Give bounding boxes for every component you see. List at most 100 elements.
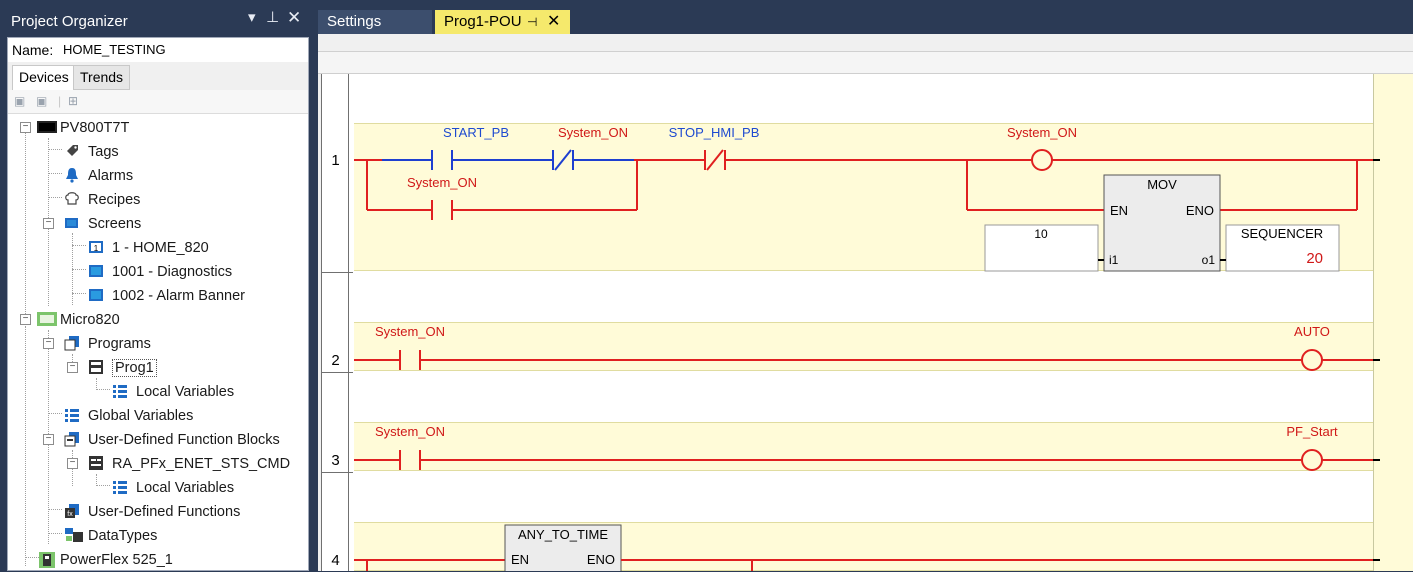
tree-item-global-variables[interactable]: Global Variables bbox=[64, 405, 193, 427]
project-organizer-panel: Project Organizer ▾ ⊥ ✕ Name: HOME_TESTI… bbox=[0, 0, 312, 571]
mov-title: MOV bbox=[1147, 177, 1177, 192]
ladder-canvas[interactable]: 1 2 3 4 START_PB System_ON STOP_HMI_PB S… bbox=[321, 74, 1413, 571]
project-name-label: Name: bbox=[12, 42, 54, 58]
screen-icon bbox=[88, 263, 106, 279]
contact-label: STOP_HMI_PB bbox=[669, 125, 760, 140]
tree-item-micro820[interactable]: Micro820 bbox=[36, 309, 120, 331]
tree-item-label: Micro820 bbox=[60, 312, 120, 328]
tree-item-label: Prog1 bbox=[112, 359, 157, 377]
home-screen-icon: 1 bbox=[88, 239, 106, 255]
tree-item-label: Screens bbox=[88, 216, 142, 232]
organizer-toolbar: ▣ ▣ | ⊞ bbox=[8, 90, 308, 114]
tab-devices[interactable]: Devices bbox=[12, 65, 76, 91]
panel-title: Project Organizer bbox=[11, 13, 128, 30]
editor-toolbar bbox=[318, 34, 1413, 52]
mov-output-value: 20 bbox=[1306, 250, 1323, 267]
tree-item-datatypes[interactable]: DataTypes bbox=[64, 525, 157, 547]
variables-list-icon bbox=[112, 383, 130, 399]
collapse-icon[interactable]: − bbox=[43, 338, 54, 349]
mov-en-pin: EN bbox=[1110, 203, 1128, 218]
pin-icon[interactable]: ⊣ bbox=[527, 10, 537, 34]
svg-text:1: 1 bbox=[94, 244, 99, 253]
collapse-icon[interactable]: − bbox=[20, 314, 31, 325]
tree-item-prog1[interactable]: Prog1 bbox=[88, 357, 157, 379]
contact-label: System_ON bbox=[558, 125, 628, 140]
tree-item-label: DataTypes bbox=[88, 528, 158, 544]
rung-3 bbox=[354, 449, 1380, 471]
tree-item-powerflex-525[interactable]: PowerFlex 525_1 bbox=[36, 549, 173, 571]
variables-list-icon bbox=[112, 479, 130, 495]
tree-item-alarm-banner[interactable]: 1002 - Alarm Banner bbox=[88, 285, 245, 307]
rung-4 bbox=[354, 524, 1380, 571]
svg-text:fx: fx bbox=[67, 511, 73, 518]
mov-output-name: SEQUENCER bbox=[1241, 226, 1323, 241]
editor-header bbox=[318, 52, 1413, 74]
tree-item-user-defined-function-blocks[interactable]: User-Defined Function Blocks bbox=[64, 429, 280, 451]
project-organizer-body: Name: HOME_TESTING Devices Trends ▣ ▣ | … bbox=[7, 37, 309, 571]
remove-device-icon[interactable]: ▣ bbox=[36, 95, 50, 108]
tab-label: Prog1-POU bbox=[444, 13, 522, 30]
ladder-editor: 1 2 3 4 START_PB System_ON STOP_HMI_PB S… bbox=[318, 34, 1413, 571]
tree-item-label: 1002 - Alarm Banner bbox=[112, 288, 245, 304]
tag-icon bbox=[64, 143, 82, 159]
coil-auto[interactable] bbox=[1301, 349, 1323, 371]
contact-label: START_PB bbox=[443, 125, 509, 140]
drive-icon bbox=[36, 551, 55, 569]
tree-item-label: Programs bbox=[88, 336, 151, 352]
mov-i1-pin: i1 bbox=[1109, 253, 1119, 267]
tree-item-user-defined-functions[interactable]: fx User-Defined Functions bbox=[64, 501, 240, 523]
collapse-icon[interactable]: − bbox=[67, 458, 78, 469]
tree-item-home-820[interactable]: 1 1 - HOME_820 bbox=[88, 237, 209, 259]
collapse-icon[interactable]: − bbox=[67, 362, 78, 373]
function-blocks-icon bbox=[64, 431, 82, 447]
tree-item-ra-pfx-enet-sts-cmd[interactable]: RA_PFx_ENET_STS_CMD bbox=[88, 453, 290, 475]
close-icon[interactable]: ✕ bbox=[287, 9, 301, 27]
rung-2 bbox=[354, 349, 1380, 371]
pin-icon[interactable]: ⊥ bbox=[266, 9, 279, 27]
tree-item-label: Global Variables bbox=[88, 408, 194, 424]
tree-structure-icon[interactable]: ⊞ bbox=[68, 95, 82, 108]
tree-item-diagnostics[interactable]: 1001 - Diagnostics bbox=[88, 261, 232, 283]
tree-item-programs[interactable]: Programs bbox=[64, 333, 151, 355]
tree-item-tags[interactable]: Tags bbox=[64, 141, 119, 163]
project-organizer-titlebar: Project Organizer ▾ ⊥ ✕ bbox=[0, 0, 312, 36]
coil-label: AUTO bbox=[1294, 324, 1330, 339]
close-icon[interactable]: ✕ bbox=[547, 10, 560, 34]
tree-item-local-variables[interactable]: Local Variables bbox=[112, 381, 234, 403]
controller-icon bbox=[36, 311, 57, 327]
rung-1 bbox=[354, 149, 1380, 272]
collapse-icon[interactable]: − bbox=[20, 122, 31, 133]
mov-o1-pin: o1 bbox=[1202, 253, 1216, 267]
mov-eno-pin: ENO bbox=[1186, 203, 1214, 218]
screens-icon bbox=[64, 215, 82, 231]
tree-item-label: Tags bbox=[88, 144, 119, 160]
tree-item-label: Local Variables bbox=[136, 384, 235, 400]
mov-input-value: 10 bbox=[1034, 227, 1048, 241]
tree-item-pv800t7t[interactable]: PV800T7T bbox=[36, 117, 129, 139]
bell-icon bbox=[64, 167, 82, 183]
tree-item-label: User-Defined Functions bbox=[88, 504, 241, 520]
tree-item-alarms[interactable]: Alarms bbox=[64, 165, 133, 187]
coil-pf-start[interactable] bbox=[1301, 449, 1323, 471]
tab-prog1-pou[interactable]: Prog1-POU ⊣ ✕ bbox=[435, 10, 570, 34]
function-block-icon bbox=[88, 455, 106, 471]
tree-item-label: 1001 - Diagnostics bbox=[112, 264, 233, 280]
coil-system-on[interactable] bbox=[1031, 149, 1053, 171]
tree-item-label: RA_PFx_ENET_STS_CMD bbox=[112, 456, 291, 472]
ladder-diagram: START_PB System_ON STOP_HMI_PB System_ON… bbox=[354, 125, 1380, 571]
device-tree: − − − − − − − PV800T7T Tags Alarms Recip… bbox=[8, 116, 308, 572]
tab-trends[interactable]: Trends bbox=[73, 65, 131, 90]
add-device-icon[interactable]: ▣ bbox=[14, 95, 28, 108]
tab-settings[interactable]: Settings bbox=[318, 10, 432, 34]
project-name-row: Name: HOME_TESTING bbox=[8, 38, 308, 62]
tree-item-label: 1 - HOME_820 bbox=[112, 240, 209, 256]
tree-item-recipes[interactable]: Recipes bbox=[64, 189, 140, 211]
coil-label: System_ON bbox=[1007, 125, 1077, 140]
collapse-icon[interactable]: − bbox=[43, 218, 54, 229]
block-eno-pin: ENO bbox=[587, 552, 615, 567]
coil-label: PF_Start bbox=[1286, 424, 1338, 439]
tree-item-local-variables-fb[interactable]: Local Variables bbox=[112, 477, 234, 499]
dropdown-icon[interactable]: ▾ bbox=[248, 9, 256, 27]
tree-item-screens[interactable]: Screens bbox=[64, 213, 141, 235]
collapse-icon[interactable]: − bbox=[43, 434, 54, 445]
